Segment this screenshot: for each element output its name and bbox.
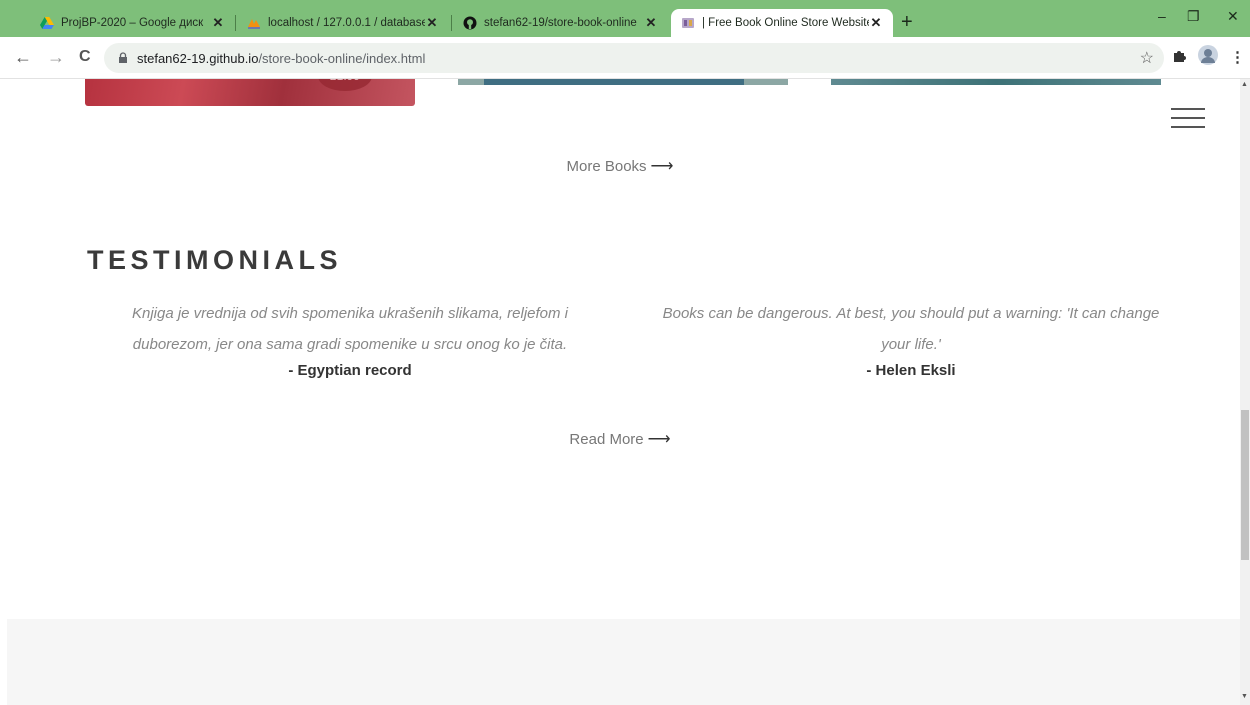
browser-toolbar: ← → C stefan62-19.github.io/store-book-o… [0, 37, 1250, 79]
more-books-link[interactable]: More Books ⟶ [0, 156, 1240, 176]
tab-title: | Free Book Online Store Website [702, 17, 869, 29]
tab-phpmyadmin[interactable]: localhost / 127.0.0.1 / databasen ✕ [237, 9, 449, 37]
read-more-label: Read More [569, 431, 644, 448]
tab-google-drive[interactable]: ProjBP-2020 – Google диск ✕ [30, 9, 235, 37]
lock-icon [119, 52, 127, 63]
new-tab-button[interactable]: + [901, 10, 913, 34]
menu-dots-icon[interactable]: ⋮ [1230, 48, 1245, 66]
testimonial-quote: Books can be dangerous. At best, you sho… [662, 305, 1160, 353]
extensions-icon[interactable] [1172, 48, 1186, 66]
testimonial-card: Knjiga je vrednija od svih spomenika ukr… [115, 298, 585, 379]
close-icon[interactable]: ✕ [211, 15, 225, 31]
close-icon[interactable]: ✕ [869, 15, 883, 31]
github-icon [463, 16, 477, 30]
close-icon[interactable]: ✕ [425, 15, 439, 31]
window-close-button[interactable]: ✕ [1227, 8, 1239, 25]
scroll-down-arrow[interactable]: ▼ [1241, 693, 1248, 700]
book-cover-inner [484, 79, 744, 85]
more-books-label: More Books [566, 158, 647, 175]
url-text: stefan62-19.github.io/store-book-online/… [137, 51, 425, 66]
read-more-link[interactable]: Read More ⟶ [0, 429, 1240, 449]
tab-divider [451, 15, 452, 31]
scroll-thumb[interactable] [1241, 410, 1249, 560]
restore-button[interactable]: ❐ [1187, 8, 1200, 25]
book-cover-image[interactable] [458, 79, 788, 85]
reload-button[interactable]: C [79, 47, 91, 67]
tab-title: ProjBP-2020 – Google диск [61, 17, 204, 29]
hamburger-menu-icon[interactable] [1171, 108, 1205, 128]
back-button[interactable]: ← [14, 47, 32, 67]
phpmyadmin-icon [247, 16, 261, 30]
tab-book-store[interactable]: | Free Book Online Store Website ✕ [671, 9, 893, 37]
page-viewport: £1.99 More Books⟶ TESTIMONIALS Knjiga je… [0, 79, 1240, 705]
testimonial-card: Books can be dangerous. At best, you sho… [655, 298, 1167, 379]
close-icon[interactable]: ✕ [644, 15, 658, 31]
book-cover-image[interactable]: £1.99 [85, 79, 415, 106]
url-host: stefan62-19.github.io [137, 51, 259, 66]
bookmark-star-icon[interactable]: ☆ [1140, 48, 1154, 68]
tab-github[interactable]: stefan62-19/store-book-online ✕ [453, 9, 668, 37]
google-drive-icon [40, 16, 54, 30]
page-scrollbar[interactable]: ▲ ▼ [1240, 79, 1250, 705]
book-cover-image[interactable] [831, 79, 1161, 85]
tab-title: stefan62-19/store-book-online [484, 17, 637, 29]
scroll-up-arrow[interactable]: ▲ [1241, 81, 1248, 88]
testimonial-author: - Helen Eksli [866, 362, 956, 379]
book-price-badge: £1.99 [318, 79, 372, 91]
testimonials-heading: TESTIMONIALS [87, 245, 342, 275]
minimize-button[interactable]: – [1158, 8, 1166, 24]
url-path: /store-book-online/index.html [258, 51, 426, 66]
profile-avatar[interactable] [1198, 45, 1218, 69]
testimonial-author: - Egyptian record [288, 362, 412, 379]
browser-tab-strip: ProjBP-2020 – Google диск ✕ localhost / … [0, 0, 1250, 37]
arrow-right-icon: ⟶ [650, 158, 674, 175]
book-store-icon [681, 16, 695, 30]
address-bar[interactable]: stefan62-19.github.io/store-book-online/… [104, 43, 1164, 73]
tab-title: localhost / 127.0.0.1 / databasen [268, 17, 425, 29]
tab-divider [235, 15, 236, 31]
footer-section [7, 619, 1240, 705]
forward-button[interactable]: → [47, 47, 65, 67]
arrow-right-icon: ⟶ [647, 431, 671, 448]
testimonial-quote: Knjiga je vrednija od svih spomenika ukr… [131, 305, 569, 353]
